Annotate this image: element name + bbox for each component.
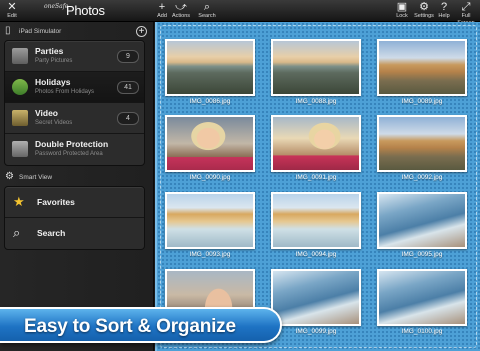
photo-tile[interactable]: IMG_0099.jpg bbox=[271, 269, 361, 337]
smart-view-label: Smart View bbox=[19, 174, 53, 181]
island-icon bbox=[12, 79, 28, 95]
search-label: Search bbox=[198, 13, 216, 19]
photo-tile[interactable]: IMG_0089.jpg bbox=[377, 39, 467, 107]
photo-caption: IMG_0090.jpg bbox=[189, 174, 231, 181]
lock-icon: ▣ bbox=[396, 1, 408, 13]
help-label: Help bbox=[438, 13, 450, 19]
sidebar-item-search[interactable]: ⌕ Search bbox=[5, 218, 144, 249]
album-count-badge: 41 bbox=[117, 81, 139, 94]
album-count-badge: 4 bbox=[117, 112, 139, 125]
photo-tile[interactable]: IMG_0092.jpg bbox=[377, 115, 467, 183]
photo-caption: IMG_0093.jpg bbox=[189, 251, 231, 258]
photo-thumbnail bbox=[377, 269, 467, 326]
photo-tile[interactable]: IMG_0088.jpg bbox=[271, 39, 361, 107]
photo-tile[interactable]: IMG_0093.jpg bbox=[165, 192, 255, 260]
album-title: Holidays bbox=[35, 77, 71, 87]
photo-thumbnail bbox=[165, 39, 255, 96]
actions-button[interactable]: ⤻ Actions bbox=[169, 1, 193, 21]
film-icon bbox=[12, 110, 28, 126]
photo-caption: IMG_0099.jpg bbox=[295, 328, 337, 335]
album-subtitle: Secret Videos bbox=[35, 120, 73, 126]
photo-caption: IMG_0091.jpg bbox=[295, 174, 337, 181]
photo-tile[interactable]: IMG_0100.jpg bbox=[377, 269, 467, 337]
photo-thumbnail bbox=[271, 39, 361, 96]
gear-icon: ⚙ bbox=[5, 171, 14, 182]
album-subtitle: Password Protected Area bbox=[35, 151, 103, 157]
photo-caption: IMG_0086.jpg bbox=[189, 98, 231, 105]
device-header-label: iPad Simulator bbox=[19, 28, 62, 35]
logo-title: Photos bbox=[66, 3, 105, 18]
sidebar-item-parties[interactable]: Parties Party Pictures 9 bbox=[5, 41, 144, 72]
ipad-icon: ▯ bbox=[5, 25, 11, 36]
edit-label: Edit bbox=[7, 13, 17, 19]
top-toolbar: ✕ Edit oneSafe Photos + Add ⤻ Actions ⌕ … bbox=[0, 0, 480, 26]
photo-caption: IMG_0094.jpg bbox=[295, 251, 337, 258]
smart-view-list: ★ Favorites ⌕ Search bbox=[4, 186, 145, 250]
add-album-button[interactable]: + bbox=[136, 26, 147, 37]
photo-tile[interactable]: IMG_0091.jpg bbox=[271, 115, 361, 183]
photo-thumbnail bbox=[377, 39, 467, 96]
actions-label: Actions bbox=[171, 13, 191, 19]
smart-item-label: Favorites bbox=[37, 197, 75, 207]
help-icon: ? bbox=[440, 1, 448, 13]
smart-item-label: Search bbox=[37, 228, 66, 238]
photo-caption: IMG_0088.jpg bbox=[295, 98, 337, 105]
photo-tile[interactable]: IMG_0094.jpg bbox=[271, 192, 361, 260]
help-button[interactable]: ? Help bbox=[432, 1, 456, 21]
album-subtitle: Party Pictures bbox=[35, 58, 73, 64]
camera-icon bbox=[12, 48, 28, 64]
share-arrow-icon: ⤻ bbox=[175, 1, 187, 13]
edit-button[interactable]: ✕ Edit bbox=[0, 1, 24, 21]
sidebar-item-video[interactable]: Video Secret Videos 4 bbox=[5, 103, 144, 134]
device-header: ▯ iPad Simulator + bbox=[0, 24, 154, 40]
album-count-badge: 9 bbox=[117, 50, 139, 63]
photo-thumbnail bbox=[377, 115, 467, 172]
logo-small-text: oneSafe bbox=[44, 3, 69, 10]
album-title: Video bbox=[35, 108, 58, 118]
photo-tile[interactable]: IMG_0095.jpg bbox=[377, 192, 467, 260]
search-icon: ⌕ bbox=[203, 1, 211, 13]
album-title: Parties bbox=[35, 46, 64, 56]
photo-grid: IMG_0086.jpg IMG_0088.jpg IMG_0089.jpg I… bbox=[155, 22, 480, 351]
expand-icon: ⤢ bbox=[461, 1, 471, 13]
magnifier-icon: ⌕ bbox=[13, 225, 21, 240]
promo-banner-text: Easy to Sort & Organize bbox=[24, 316, 236, 337]
lock-button[interactable]: ▣ Lock bbox=[390, 1, 414, 21]
sidebar: ▯ iPad Simulator + Parties Party Picture… bbox=[0, 22, 154, 351]
photo-tile[interactable]: IMG_0086.jpg bbox=[165, 39, 255, 107]
tools-icon: ✕ bbox=[7, 1, 17, 13]
photo-thumbnail bbox=[271, 269, 361, 326]
photo-caption: IMG_0089.jpg bbox=[401, 98, 443, 105]
lock-label: Lock bbox=[396, 13, 408, 19]
photo-thumbnail bbox=[377, 192, 467, 249]
sidebar-item-double-protection[interactable]: Double Protection Password Protected Are… bbox=[5, 134, 144, 165]
photo-caption: IMG_0092.jpg bbox=[401, 174, 443, 181]
padlock-icon bbox=[12, 141, 28, 157]
photo-thumbnail bbox=[165, 192, 255, 249]
smart-view-header: ⚙ Smart View bbox=[0, 170, 154, 186]
photo-thumbnail bbox=[271, 192, 361, 249]
full-screen-button[interactable]: ⤢ Full Screen bbox=[454, 1, 478, 26]
star-icon: ★ bbox=[13, 194, 25, 209]
sidebar-item-holidays[interactable]: Holidays Photos From Holidays 41 bbox=[5, 72, 144, 103]
photo-thumbnail bbox=[165, 115, 255, 172]
photo-tile[interactable]: IMG_0090.jpg bbox=[165, 115, 255, 183]
promo-banner: Easy to Sort & Organize bbox=[0, 307, 282, 343]
album-subtitle: Photos From Holidays bbox=[35, 89, 95, 95]
photo-caption: IMG_0100.jpg bbox=[401, 328, 443, 335]
album-list: Parties Party Pictures 9 Holidays Photos… bbox=[4, 40, 145, 166]
search-button[interactable]: ⌕ Search bbox=[195, 1, 219, 21]
sidebar-item-favorites[interactable]: ★ Favorites bbox=[5, 187, 144, 218]
photo-thumbnail bbox=[271, 115, 361, 172]
album-title: Double Protection bbox=[35, 139, 109, 149]
photo-caption: IMG_0095.jpg bbox=[401, 251, 443, 258]
